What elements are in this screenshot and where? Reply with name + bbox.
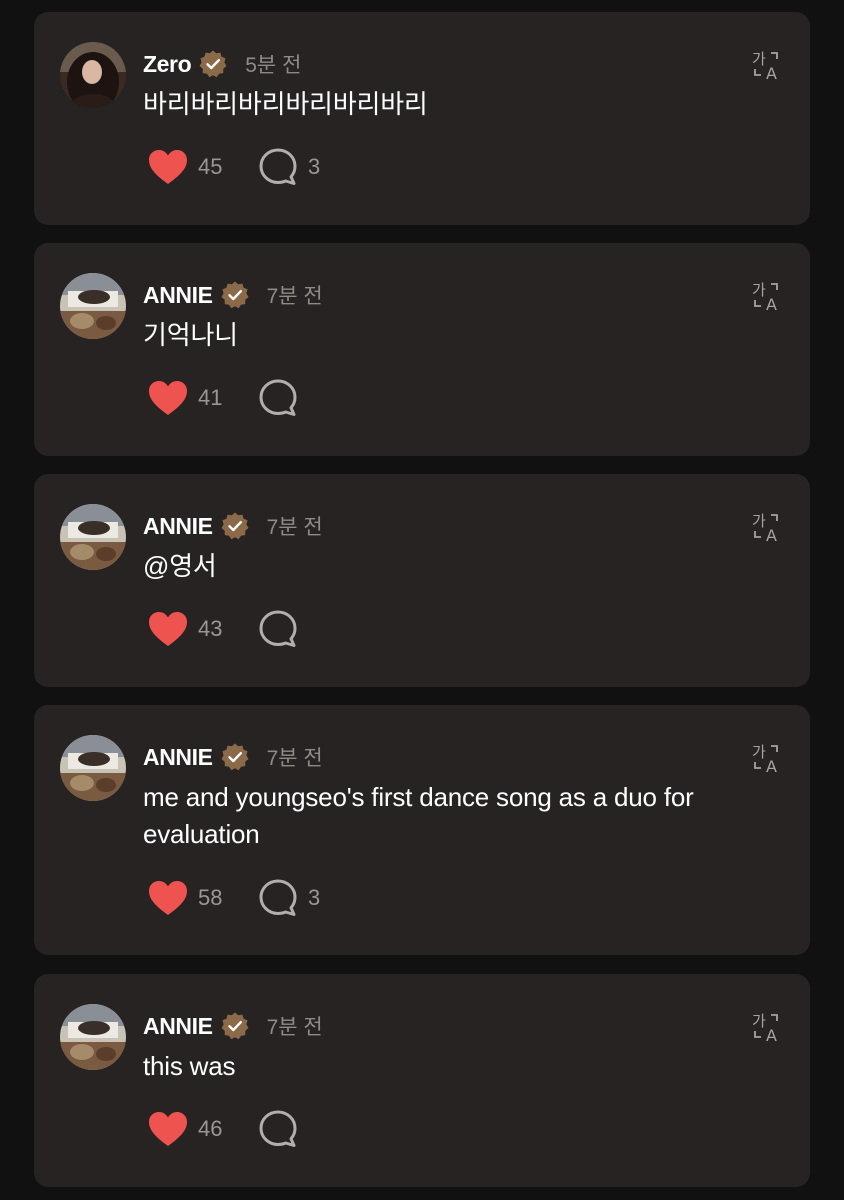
translate-icon[interactable]: 가A: [750, 741, 784, 775]
reply-count: 3: [308, 885, 321, 910]
verified-badge-icon: [220, 280, 250, 310]
comment-bubble-icon[interactable]: [258, 147, 298, 187]
annie-avatar-image: [60, 504, 126, 570]
comment-card: ANNIE 7분 전 가A 기억나니 41: [34, 243, 810, 456]
author-name[interactable]: ANNIE: [143, 513, 213, 540]
translate-icon[interactable]: 가A: [750, 510, 784, 544]
author-name[interactable]: ANNIE: [143, 744, 213, 771]
like-count: 58: [198, 885, 223, 910]
comment-card: Zero 5분 전 가A 바리바리바리바리바리바리 45 3: [34, 12, 810, 225]
author-name[interactable]: ANNIE: [143, 1013, 213, 1040]
annie-avatar-image: [60, 273, 126, 339]
annie-avatar-image: [60, 1004, 126, 1070]
comment-header: ANNIE 7분 전: [143, 510, 323, 542]
verified-badge-icon: [220, 1011, 250, 1041]
timestamp: 7분 전: [266, 747, 323, 770]
verified-badge-icon: [220, 742, 250, 772]
like-count: 41: [198, 385, 223, 410]
svg-text:가: 가: [752, 743, 766, 761]
timestamp: 5분 전: [245, 54, 302, 77]
svg-text:가: 가: [752, 281, 766, 299]
comment-text: 바리바리바리바리바리바리: [143, 89, 428, 119]
comment-bubble-icon[interactable]: [258, 378, 298, 418]
comment-actions: 45 3: [147, 146, 320, 188]
svg-text:A: A: [766, 295, 777, 313]
author-name[interactable]: ANNIE: [143, 282, 213, 309]
verified-badge-icon: [220, 511, 250, 541]
comment-text: this was: [143, 1051, 236, 1081]
like-count: 45: [198, 154, 223, 179]
comment-header: ANNIE 7분 전: [143, 1010, 323, 1042]
zero-avatar-image: [60, 42, 126, 108]
avatar[interactable]: [60, 273, 126, 339]
verified-badge-icon: [198, 49, 228, 79]
svg-text:A: A: [766, 526, 777, 544]
comment-actions: 46: [147, 1108, 308, 1150]
like-count: 43: [198, 616, 223, 641]
reply-count: 3: [308, 154, 321, 179]
heart-icon[interactable]: [147, 148, 189, 186]
comment-card: ANNIE 7분 전 가A @영서 43: [34, 474, 810, 687]
comment-bubble-icon[interactable]: [258, 878, 298, 918]
comment-header: ANNIE 7분 전: [143, 741, 323, 773]
svg-text:가: 가: [752, 512, 766, 530]
heart-icon[interactable]: [147, 1110, 189, 1148]
svg-text:A: A: [766, 757, 777, 775]
timestamp: 7분 전: [266, 516, 323, 539]
author-name[interactable]: Zero: [143, 51, 192, 78]
comment-text: me and youngseo's first dance song as a …: [143, 782, 694, 849]
annie-avatar-image: [60, 735, 126, 801]
comment-actions: 41: [147, 377, 308, 419]
timestamp: 7분 전: [266, 285, 323, 308]
heart-icon[interactable]: [147, 879, 189, 917]
comment-header: Zero 5분 전: [143, 48, 301, 80]
comment-text: 기억나니: [143, 320, 238, 350]
heart-icon[interactable]: [147, 610, 189, 648]
avatar[interactable]: [60, 504, 126, 570]
svg-text:A: A: [766, 64, 777, 82]
heart-icon[interactable]: [147, 379, 189, 417]
comment-actions: 58 3: [147, 877, 320, 919]
avatar[interactable]: [60, 1004, 126, 1070]
comment-text: @영서: [143, 551, 217, 581]
like-count: 46: [198, 1116, 223, 1141]
avatar[interactable]: [60, 42, 126, 108]
svg-text:가: 가: [752, 50, 766, 68]
avatar[interactable]: [60, 735, 126, 801]
svg-text:A: A: [766, 1026, 777, 1044]
comment-actions: 43: [147, 608, 308, 650]
comment-card: ANNIE 7분 전 가A me and youngseo's first da…: [34, 705, 810, 955]
svg-text:가: 가: [752, 1012, 766, 1030]
timestamp: 7분 전: [266, 1016, 323, 1039]
comment-card: ANNIE 7분 전 가A this was 46: [34, 974, 810, 1187]
comment-header: ANNIE 7분 전: [143, 279, 323, 311]
translate-icon[interactable]: 가A: [750, 279, 784, 313]
translate-icon[interactable]: 가A: [750, 48, 784, 82]
comment-bubble-icon[interactable]: [258, 1109, 298, 1149]
comment-bubble-icon[interactable]: [258, 609, 298, 649]
translate-icon[interactable]: 가A: [750, 1010, 784, 1044]
